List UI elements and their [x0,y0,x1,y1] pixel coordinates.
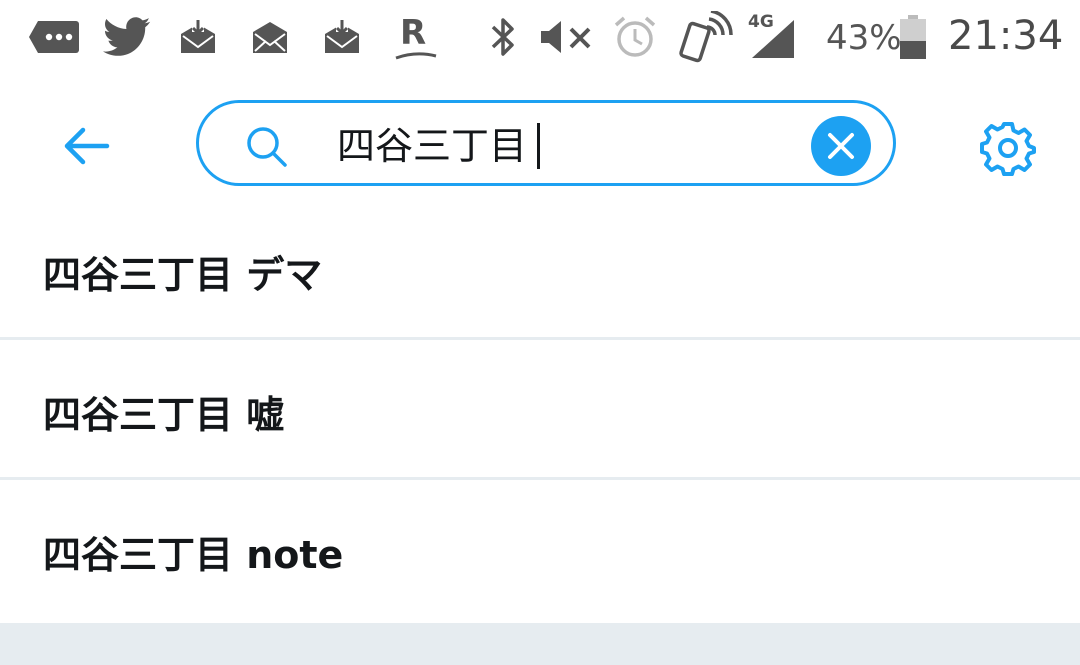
list-footer-divider [0,623,1080,665]
search-header: 四谷三丁目 [0,78,1080,210]
status-clock: 21:34 [948,13,1064,59]
bluetooth-icon [486,12,520,62]
suggestion-item[interactable]: 四谷三丁目 デマ [0,200,1080,340]
battery-icon [898,12,928,62]
mute-icon [538,12,596,62]
mail-download-icon [178,12,218,62]
suggestion-item[interactable]: 四谷三丁目 嘘 [0,340,1080,480]
suggestion-label: 四谷三丁目 デマ [43,253,323,297]
signal-4g-icon: 4G [746,12,798,62]
rakuten-letter: R [400,13,427,53]
clear-search-button[interactable] [811,116,871,176]
nfc-icon [676,11,734,63]
search-icon [243,125,291,169]
twitter-icon [102,12,152,62]
battery-percent: 43% [826,18,902,58]
search-box[interactable]: 四谷三丁目 [196,100,896,186]
search-suggestions-list: 四谷三丁目 デマ 四谷三丁目 嘘 四谷三丁目 note [0,200,1080,621]
back-button[interactable] [56,118,116,174]
search-input-text: 四谷三丁目 [337,124,528,168]
status-bar: R 4G 43% 21:34 [0,0,1080,78]
close-icon [828,133,854,159]
suggestion-item[interactable]: 四谷三丁目 note [0,480,1080,621]
mail-icon [250,12,290,62]
message-icon [28,12,80,62]
mail-download-icon [322,12,362,62]
gear-icon [980,122,1036,176]
back-arrow-icon [64,127,110,165]
suggestion-label: 四谷三丁目 嘘 [43,393,285,437]
search-settings-button[interactable] [978,118,1038,178]
search-input[interactable]: 四谷三丁目 [337,119,541,173]
twitter-search-screen: R 4G 43% 21:34 四谷三丁目 四谷三丁目 デマ 四谷三丁目 嘘 四谷… [0,0,1080,665]
suggestion-label: 四谷三丁目 note [43,533,344,577]
rakuten-icon: R [394,12,438,62]
text-caret [537,123,541,169]
alarm-icon [612,12,658,62]
